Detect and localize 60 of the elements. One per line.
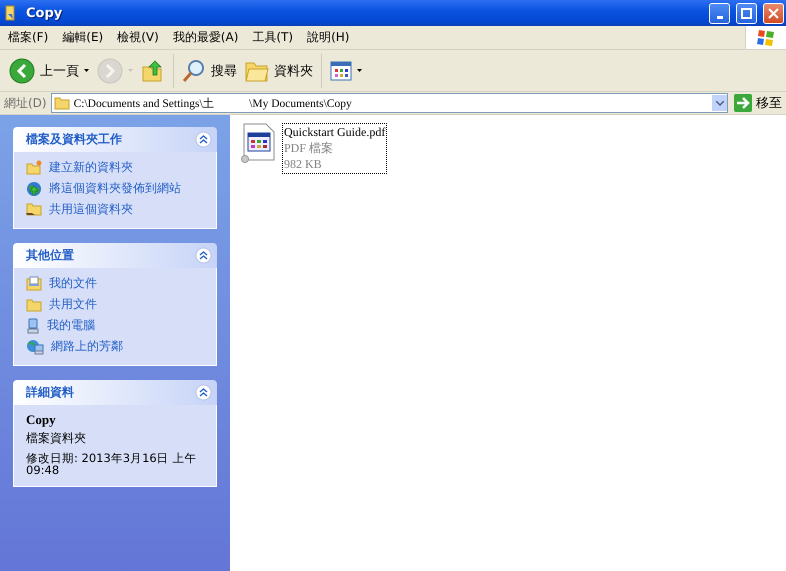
computer-icon (26, 318, 40, 334)
task-link[interactable]: 我的電腦 (26, 317, 204, 334)
go-button[interactable]: 移至 (732, 94, 786, 112)
address-label: 網址(D) (4, 94, 47, 112)
folder-icon (245, 60, 269, 82)
back-button[interactable]: 上一頁 (6, 54, 92, 86)
folders-button[interactable]: 資料夾 (242, 56, 316, 84)
caret-icon (357, 69, 362, 72)
task-link[interactable]: 建立新的資料夾 (26, 159, 204, 176)
dropdown-button[interactable] (712, 95, 727, 111)
menu-item[interactable]: 編輯(E) (56, 27, 110, 48)
menu-item[interactable]: 工具(T) (246, 27, 300, 48)
collapse-chevron-icon[interactable] (195, 247, 212, 264)
menu-item[interactable]: 檔案(F) (2, 27, 54, 48)
network-computers-icon (26, 338, 44, 354)
windows-flag-icon (756, 28, 776, 46)
menu-item[interactable]: 檢視(V) (111, 27, 165, 48)
panel-header[interactable]: 其他位置 (13, 243, 217, 268)
views-icon (330, 60, 352, 80)
new-folder-icon (26, 160, 42, 175)
search-button[interactable]: 搜尋 (179, 56, 240, 86)
close-button[interactable] (763, 2, 784, 24)
file-label[interactable]: Quickstart Guide.pdf PDF 檔案 982 KB (282, 123, 388, 174)
minimize-icon (716, 16, 722, 18)
menu-item[interactable]: 說明(H) (301, 27, 356, 48)
close-icon (768, 8, 779, 18)
maximize-icon (741, 8, 752, 18)
address-field[interactable]: C:\Documents and Settings\土 \My Documents\Copy (50, 93, 728, 113)
folder-icon (26, 298, 42, 312)
collapse-chevron-icon[interactable] (195, 131, 212, 148)
shared-folder-icon (26, 202, 42, 217)
panel-header[interactable]: 檔案及資料夾工作 (13, 127, 217, 152)
search-icon (182, 58, 206, 82)
file-name: Quickstart Guide.pdf (284, 125, 386, 140)
task-link[interactable]: 將這個資料夾發佈到網站 (26, 180, 204, 197)
window-title: Copy (26, 6, 64, 20)
task-link[interactable]: 我的文件 (26, 275, 204, 292)
caret-icon (128, 69, 133, 72)
file-type: PDF 檔案 (284, 140, 334, 157)
caret-icon (84, 69, 89, 72)
maximize-button[interactable] (736, 2, 757, 24)
globe-icon (26, 180, 42, 196)
panel-title: 其他位置 (26, 247, 74, 264)
modified-date: 修改日期: 2013年3月16日 上午 09:48 (26, 452, 198, 476)
go-arrow-icon (734, 94, 752, 112)
task-link[interactable]: 共用文件 (26, 296, 204, 313)
panel-title: 檔案及資料夾工作 (26, 131, 122, 148)
task-link[interactable]: 共用這個資料夾 (26, 201, 204, 218)
folder-type: 檔案資料夾 (26, 432, 87, 444)
minimize-button[interactable] (709, 2, 730, 24)
menu-item[interactable]: 我的最愛(A) (166, 27, 244, 48)
panel-title: 詳細資料 (26, 384, 74, 401)
chevron-down-icon (716, 100, 724, 106)
folder-icon (54, 96, 70, 110)
documents-folder-icon (26, 276, 42, 291)
task-link[interactable]: 網路上的芳鄰 (26, 338, 204, 355)
collapse-chevron-icon[interactable] (195, 384, 212, 401)
file-size: 982 KB (284, 157, 323, 172)
panel-header[interactable]: 詳細資料 (13, 380, 217, 405)
folder-name: Copy (26, 412, 57, 428)
